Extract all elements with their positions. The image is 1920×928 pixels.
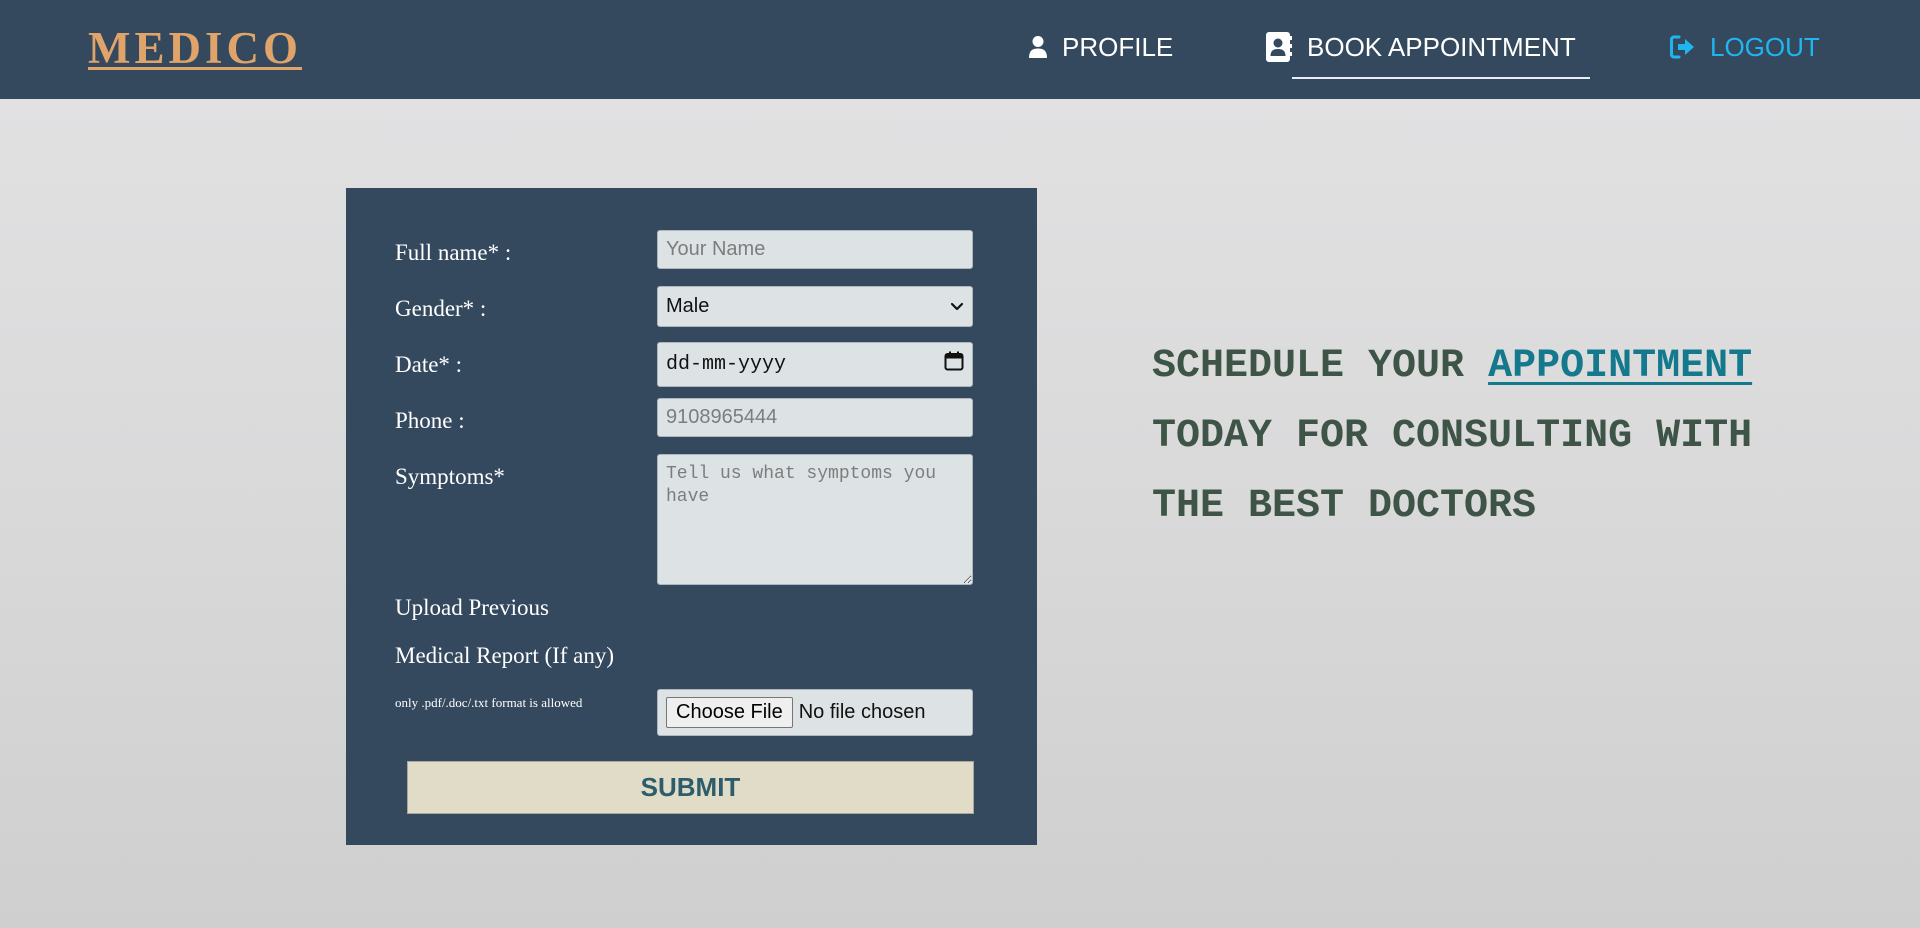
file-upload-input[interactable]: Choose File No file chosen [657,689,973,736]
calendar-icon[interactable] [944,351,964,378]
date-input[interactable]: dd-mm-yyyy [657,342,973,387]
full-name-input[interactable] [657,230,973,269]
nav-profile-link[interactable]: PROFILE [1028,30,1173,64]
tagline-line1: SCHEDULE YOUR APPOINTMENT [1152,332,1872,402]
gender-label: Gender* : [395,296,487,321]
tagline-line1-prefix: SCHEDULE YOUR [1152,344,1489,389]
full-name-label: Full name* : [395,240,512,265]
phone-input[interactable] [657,398,973,437]
file-status-text: No file chosen [798,701,926,723]
date-label: Date* : [395,352,463,377]
brand-logo[interactable]: MEDICO [88,22,302,74]
tagline-line3: THE BEST DOCTORS [1152,484,1537,529]
choose-file-button[interactable]: Choose File [666,697,793,728]
nav-logout-label: LOGOUT [1710,31,1820,62]
upload-format-note: only .pdf/.doc/.txt format is allowed [395,695,583,710]
address-book-icon [1265,31,1293,63]
symptoms-label: Symptoms* [395,464,505,489]
appointment-form: Full name* : Gender* : Male Date* : dd-m… [346,188,1037,845]
nav-logout-link[interactable]: LOGOUT [1670,30,1820,64]
sign-out-icon [1670,35,1696,59]
active-nav-underline [1292,77,1590,79]
nav-profile-label: PROFILE [1062,31,1174,62]
submit-button[interactable]: SUBMIT [407,761,974,814]
nav-book-appointment-link[interactable]: BOOK APPOINTMENT [1265,30,1576,64]
tagline-line2: TODAY FOR CONSULTING WITH [1152,414,1753,459]
chevron-down-icon [950,295,964,318]
upload-label-line1: Upload Previous [395,595,549,620]
upload-label-line2: Medical Report (If any) [395,643,615,668]
navbar: MEDICO PROFILE BOOK APPOINTMENT LOGOUT [0,0,1920,99]
date-placeholder: dd-mm-yyyy [666,353,787,376]
user-icon [1028,35,1048,59]
tagline: SCHEDULE YOUR APPOINTMENT TODAY FOR CONS… [1152,332,1872,542]
appointment-link[interactable]: APPOINTMENT [1488,344,1752,389]
gender-selected-value: Male [666,295,710,317]
gender-select[interactable]: Male [657,286,973,327]
phone-label: Phone : [395,408,465,433]
symptoms-textarea[interactable] [657,454,973,585]
nav-book-appointment-label: BOOK APPOINTMENT [1307,31,1576,62]
